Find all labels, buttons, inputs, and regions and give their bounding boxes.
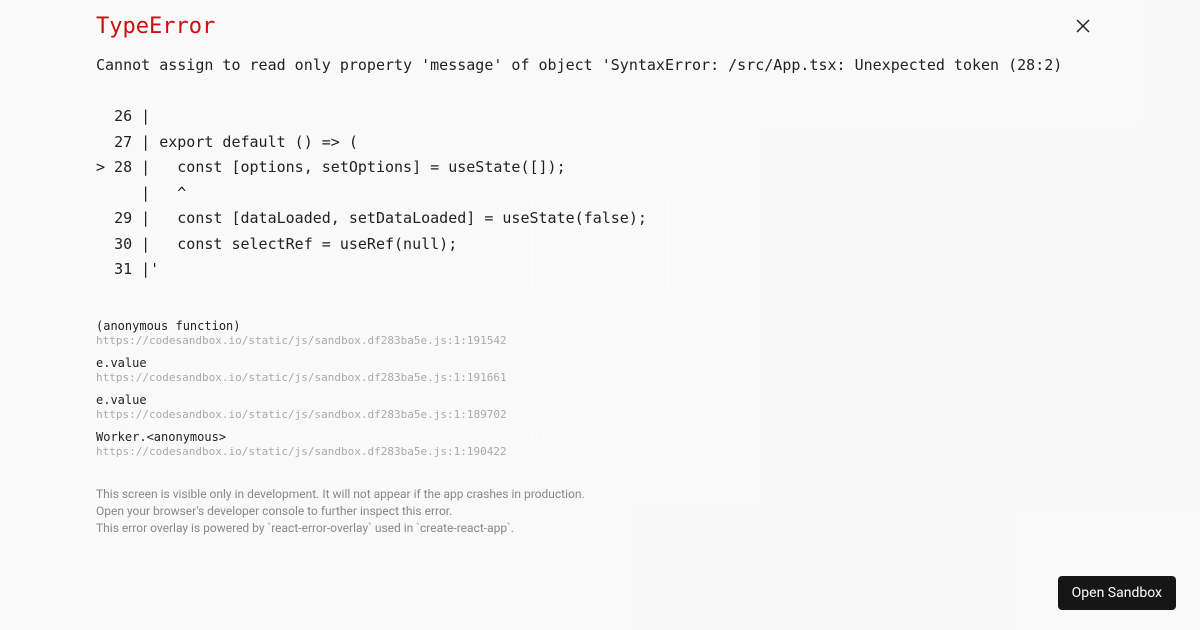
stack-loc: https://codesandbox.io/static/js/sandbox… (96, 334, 1104, 347)
stack-fn: (anonymous function) (96, 319, 1104, 333)
error-overlay: TypeError Cannot assign to read only pro… (0, 0, 1200, 630)
dev-notice-line: This screen is visible only in developme… (96, 486, 1104, 503)
stack-fn: Worker.<anonymous> (96, 430, 1104, 444)
stack-loc: https://codesandbox.io/static/js/sandbox… (96, 408, 1104, 421)
stack-trace: (anonymous function) https://codesandbox… (96, 319, 1104, 458)
stack-frame: e.value https://codesandbox.io/static/js… (96, 393, 1104, 421)
error-content: TypeError Cannot assign to read only pro… (0, 0, 1200, 538)
error-message: Cannot assign to read only property 'mes… (96, 53, 1104, 283)
stack-loc: https://codesandbox.io/static/js/sandbox… (96, 445, 1104, 458)
stack-frame: (anonymous function) https://codesandbox… (96, 319, 1104, 347)
stack-fn: e.value (96, 393, 1104, 407)
stack-frame: e.value https://codesandbox.io/static/js… (96, 356, 1104, 384)
dev-notice-line: This error overlay is powered by `react-… (96, 520, 1104, 537)
stack-fn: e.value (96, 356, 1104, 370)
stack-loc: https://codesandbox.io/static/js/sandbox… (96, 371, 1104, 384)
error-title: TypeError (96, 14, 1104, 39)
open-sandbox-button[interactable]: Open Sandbox (1058, 576, 1176, 610)
close-button[interactable] (1076, 18, 1096, 38)
stack-frame: Worker.<anonymous> https://codesandbox.i… (96, 430, 1104, 458)
close-icon (1076, 19, 1090, 33)
dev-notice: This screen is visible only in developme… (96, 486, 1104, 538)
dev-notice-line: Open your browser's developer console to… (96, 503, 1104, 520)
